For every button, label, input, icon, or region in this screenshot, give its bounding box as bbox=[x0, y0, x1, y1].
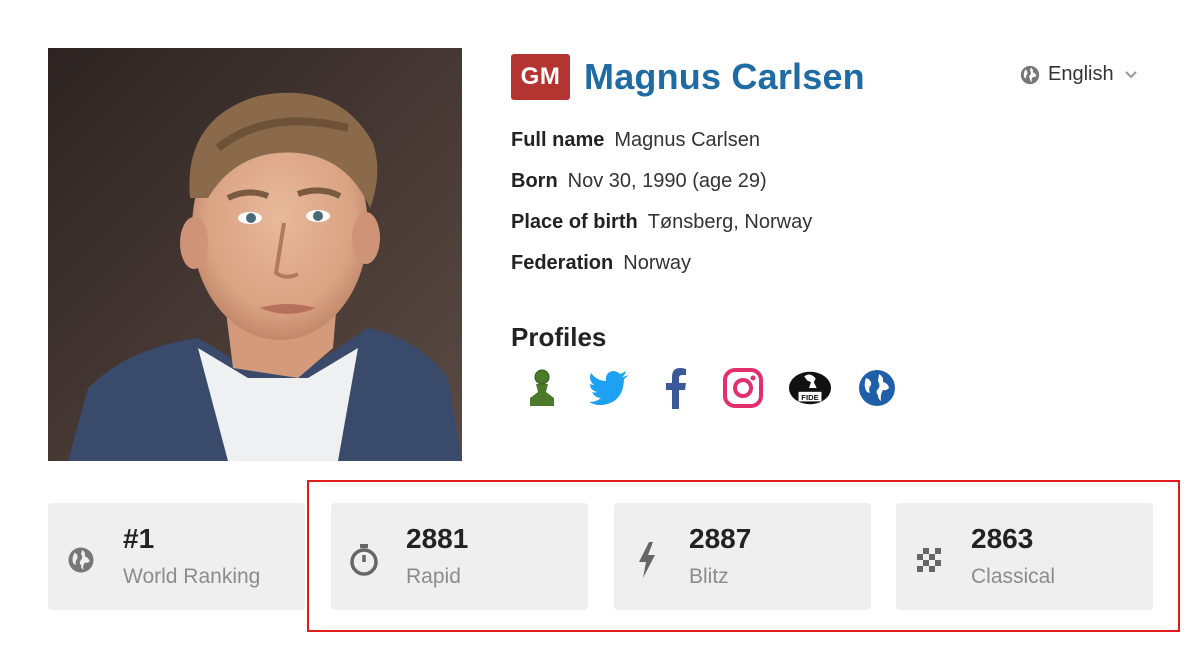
player-header: GM Magnus Carlsen bbox=[511, 54, 865, 100]
stopwatch-icon bbox=[347, 543, 381, 577]
player-name: Magnus Carlsen bbox=[584, 56, 865, 97]
stat-value: 2863 bbox=[971, 523, 1034, 554]
language-selector[interactable]: English bbox=[1019, 63, 1138, 86]
chevron-down-icon bbox=[1124, 70, 1137, 78]
website-globe-icon[interactable] bbox=[855, 366, 899, 410]
fide-icon[interactable]: FIDE bbox=[788, 366, 832, 410]
fact-value: Tønsberg, Norway bbox=[647, 211, 813, 233]
fact-born: Born Nov 30, 1990 (age 29) bbox=[511, 161, 812, 202]
stat-label: Rapid bbox=[406, 565, 461, 588]
stat-card-classical: 2863 Classical bbox=[896, 503, 1153, 610]
fact-label: Born bbox=[511, 170, 558, 192]
player-facts: Full name Magnus Carlsen Born Nov 30, 19… bbox=[511, 120, 812, 284]
chess-com-pawn-icon[interactable] bbox=[520, 366, 564, 410]
fact-federation: Federation Norway bbox=[511, 243, 812, 284]
lightning-icon bbox=[630, 542, 664, 578]
stat-label: World Ranking bbox=[123, 565, 261, 588]
fact-value: Nov 30, 1990 (age 29) bbox=[567, 170, 767, 192]
fact-label: Full name bbox=[511, 129, 605, 151]
stat-label: Blitz bbox=[689, 565, 729, 588]
stat-value: 2887 bbox=[689, 523, 752, 554]
globe-icon bbox=[1020, 65, 1040, 84]
chessboard-icon bbox=[912, 543, 946, 577]
fact-label: Federation bbox=[511, 252, 614, 274]
fact-label: Place of birth bbox=[511, 211, 638, 233]
facebook-icon[interactable] bbox=[654, 366, 698, 410]
profile-links: FIDE bbox=[520, 366, 922, 410]
fact-value: Norway bbox=[623, 252, 692, 274]
fact-full-name: Full name Magnus Carlsen bbox=[511, 120, 812, 161]
profiles-heading: Profiles bbox=[511, 322, 607, 352]
title-badge: GM bbox=[511, 54, 570, 100]
stat-label: Classical bbox=[971, 565, 1056, 588]
stat-card-world-ranking: #1 World Ranking bbox=[48, 503, 305, 610]
player-photo bbox=[48, 48, 462, 461]
globe-icon bbox=[64, 543, 98, 577]
stat-value: #1 bbox=[123, 523, 155, 554]
fact-value: Magnus Carlsen bbox=[614, 129, 760, 151]
language-label: English bbox=[1048, 63, 1114, 85]
svg-text:FIDE: FIDE bbox=[801, 393, 818, 402]
twitter-icon[interactable] bbox=[587, 366, 631, 410]
stat-value: 2881 bbox=[406, 523, 469, 554]
fact-place-of-birth: Place of birth Tønsberg, Norway bbox=[511, 202, 812, 243]
stat-card-rapid: 2881 Rapid bbox=[331, 503, 588, 610]
instagram-icon[interactable] bbox=[721, 366, 765, 410]
stat-card-blitz: 2887 Blitz bbox=[614, 503, 871, 610]
